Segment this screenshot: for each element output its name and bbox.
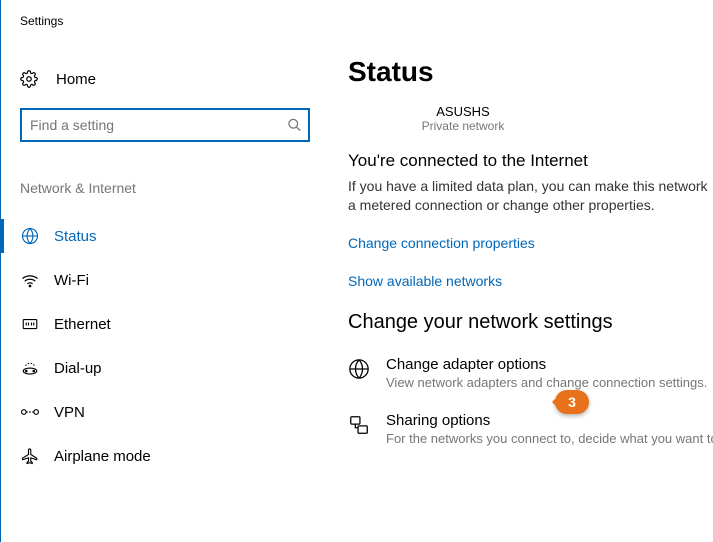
ethernet-icon — [20, 316, 40, 332]
sidebar-item-label: VPN — [54, 404, 85, 421]
network-name: ASUSHS — [348, 104, 578, 119]
info-text: If you have a limited data plan, you can… — [348, 177, 713, 215]
connected-message: You're connected to the Internet — [348, 151, 713, 171]
page-title: Status — [348, 56, 713, 88]
option-title: Change adapter options — [386, 356, 713, 373]
sidebar-item-label: Dial-up — [54, 360, 102, 377]
option-desc: View network adapters and change connect… — [386, 375, 713, 390]
app-title: Settings — [20, 14, 320, 28]
option-sharing[interactable]: Sharing options For the networks you con… — [348, 412, 713, 446]
sidebar-item-airplane[interactable]: Airplane mode — [10, 434, 320, 478]
sidebar-item-vpn[interactable]: VPN — [10, 390, 320, 434]
link-show-available-networks[interactable]: Show available networks — [348, 273, 713, 289]
option-desc: For the networks you connect to, decide … — [386, 431, 713, 446]
network-type: Private network — [348, 119, 578, 133]
wifi-icon — [20, 272, 40, 288]
sidebar-item-dialup[interactable]: Dial-up — [10, 346, 320, 390]
search-input[interactable] — [20, 108, 310, 142]
sidebar-item-label: Airplane mode — [54, 448, 151, 465]
callout-number: 3 — [568, 394, 576, 410]
sidebar-item-label: Wi-Fi — [54, 272, 89, 289]
sidebar-item-label: Ethernet — [54, 316, 111, 333]
option-change-adapter[interactable]: Change adapter options View network adap… — [348, 356, 713, 390]
sidebar-item-ethernet[interactable]: Ethernet — [10, 302, 320, 346]
sidebar-item-label: Status — [54, 228, 97, 245]
nav-home[interactable]: Home — [20, 70, 320, 88]
sidebar-item-status[interactable]: Status — [10, 214, 320, 258]
annotation-callout: 3 — [555, 390, 589, 414]
globe-icon — [348, 358, 372, 380]
vpn-icon — [20, 405, 40, 419]
link-change-connection-properties[interactable]: Change connection properties — [348, 235, 713, 251]
nav-home-label: Home — [56, 71, 96, 88]
section-heading: Change your network settings — [348, 311, 713, 334]
sidebar-item-wifi[interactable]: Wi-Fi — [10, 258, 320, 302]
sharing-icon — [348, 414, 372, 436]
option-title: Sharing options — [386, 412, 713, 429]
airplane-icon — [20, 447, 40, 465]
globe-icon — [20, 227, 40, 245]
sidebar-group-header: Network & Internet — [20, 180, 320, 196]
gear-icon — [20, 70, 38, 88]
dialup-icon — [20, 360, 40, 376]
search-wrap — [20, 108, 310, 142]
